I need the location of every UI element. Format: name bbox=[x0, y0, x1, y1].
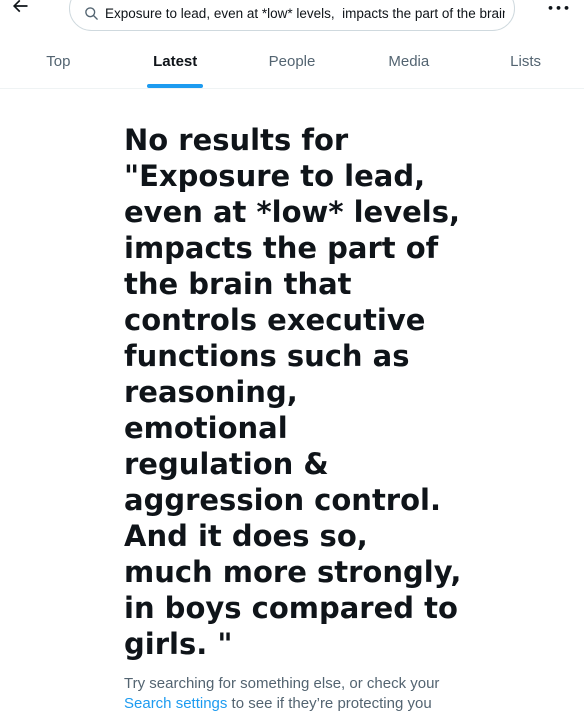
search-box[interactable] bbox=[69, 0, 515, 31]
search-tabs: Top Latest People Media Lists bbox=[0, 36, 584, 89]
subtitle-text: Try searching for something else, or che… bbox=[124, 675, 440, 692]
tab-label: Lists bbox=[510, 53, 541, 70]
back-button[interactable] bbox=[6, 0, 34, 22]
tab-label: Latest bbox=[153, 53, 198, 70]
no-results-subtitle: Try searching for something else, or che… bbox=[124, 674, 464, 714]
no-results-title: No results for "Exposure to lead, even a… bbox=[124, 123, 462, 661]
search-header: ••• bbox=[0, 0, 584, 34]
tab-label: Media bbox=[388, 53, 430, 70]
more-horizontal-icon: ••• bbox=[546, 1, 572, 15]
subtitle-text-end: to see if they’re protecting you bbox=[227, 695, 432, 712]
search-settings-link[interactable]: Search settings bbox=[124, 695, 227, 712]
tab-lists[interactable]: Lists bbox=[467, 36, 584, 88]
magnifier-icon bbox=[84, 6, 100, 22]
tab-people[interactable]: People bbox=[234, 36, 351, 88]
search-input[interactable] bbox=[105, 6, 505, 21]
tab-top[interactable]: Top bbox=[0, 36, 117, 88]
empty-state: No results for "Exposure to lead, even a… bbox=[124, 122, 464, 714]
tab-media[interactable]: Media bbox=[350, 36, 467, 88]
tab-label: Top bbox=[46, 53, 71, 70]
tab-label: People bbox=[268, 53, 316, 70]
more-options-button[interactable]: ••• bbox=[546, 0, 572, 21]
tab-latest[interactable]: Latest bbox=[117, 36, 234, 88]
arrow-left-icon bbox=[10, 0, 30, 20]
active-tab-indicator bbox=[147, 84, 204, 88]
